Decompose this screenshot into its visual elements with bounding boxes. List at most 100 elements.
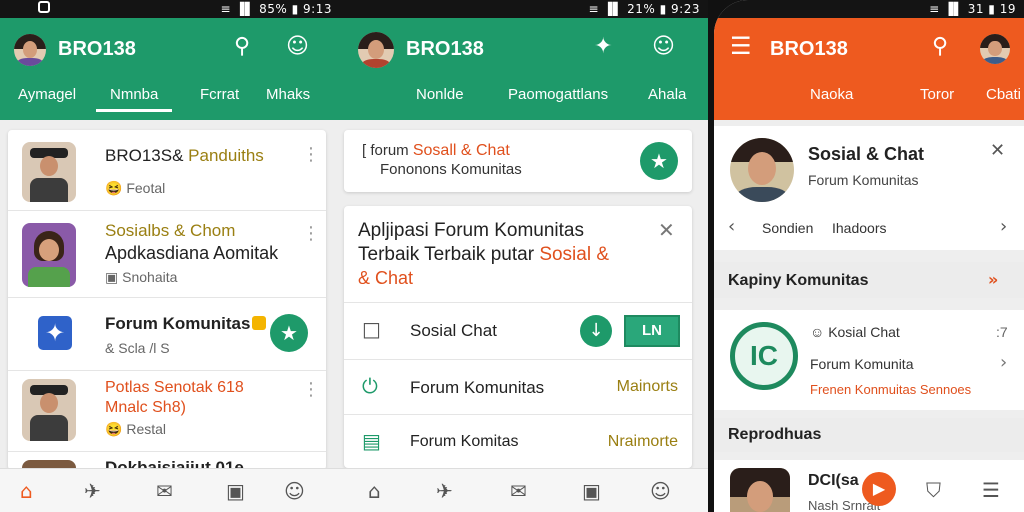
avatar[interactable]	[14, 34, 46, 66]
home-icon[interactable]: ⌂	[20, 479, 33, 503]
dialog-card: Apljipasi Forum Komunitas Terbaik Terbai…	[344, 206, 692, 468]
search-card[interactable]: [ forum Sosall & Chat Fononons Komunitas…	[344, 130, 692, 192]
dialog-title-3: & Chat	[358, 268, 414, 288]
run-button[interactable]: ★	[270, 314, 308, 352]
community-card[interactable]: IC ☺ Kosial Chat :7 Forum Komunita › Fre…	[714, 310, 1024, 410]
list-item[interactable]: □ Sosial Chat ↓ LN	[344, 303, 692, 359]
emoji-icon: 😆	[105, 180, 123, 196]
tab-3[interactable]: Cbati	[986, 86, 1021, 103]
chevron-left-icon[interactable]: ‹	[728, 216, 735, 237]
chevron-right-icon[interactable]: ›	[1000, 352, 1007, 373]
row-subtitle: Feotal	[126, 180, 166, 196]
community-link[interactable]: Frenen Konmuitas Sennoes	[810, 382, 971, 397]
profile-name: Sosial & Chat	[808, 144, 925, 164]
item-action[interactable]: Nraimorte	[608, 433, 678, 451]
menu-icon[interactable]: ☰	[730, 32, 752, 60]
more-icon[interactable]: ⋮	[302, 144, 320, 165]
list-item[interactable]: Sosialbs & Chom Apdkasdiana Aomitak ▣ Sn…	[8, 211, 326, 297]
tab-3[interactable]: Ahala	[648, 86, 686, 103]
status-bar: ≡ ▐▌ 31 ▮ 19	[714, 0, 1024, 18]
search-icon[interactable]: ⚲	[932, 34, 948, 59]
row-title-accent: Sosialbs & Chom	[105, 221, 236, 240]
list-item[interactable]: Potlas Senotak 618 Mnalc Sh8) 😆 Restal ⋮	[8, 371, 326, 451]
shield-icon[interactable]: ⛉	[926, 478, 941, 502]
profile-icon[interactable]: ☺	[650, 479, 671, 503]
more-icon[interactable]: ⋮	[302, 223, 320, 244]
install-badge[interactable]: LN	[624, 315, 680, 347]
list-item[interactable]: ⏻ Forum Komunitas Mainorts	[344, 360, 692, 414]
phone-screen-3: ≡ ▐▌ 31 ▮ 19 ☰ BRO138 ⚲ Naoka Toror Cbat…	[714, 0, 1024, 512]
bookmark-icon[interactable]: ▣	[226, 479, 245, 503]
app-title: BRO138	[58, 38, 136, 60]
app-thumbnail	[22, 223, 76, 287]
play-icon[interactable]: ▶	[862, 472, 896, 506]
mail-icon[interactable]: ✉	[510, 479, 527, 503]
device-frame	[708, 0, 714, 512]
row-title: Apdkasdiana Aomitak	[105, 243, 279, 263]
dialog-title-2: Terbaik Terbaik putar	[358, 244, 535, 265]
nav-right-label[interactable]: Ihadoors	[832, 220, 886, 236]
download-icon[interactable]: ↓	[580, 315, 612, 347]
search-subtitle: Fononons Komunitas	[380, 161, 522, 178]
chevron-right-icon[interactable]: ›	[1000, 216, 1007, 237]
run-button[interactable]: ★	[640, 142, 678, 180]
tab-1[interactable]: Naoka	[810, 86, 853, 103]
tab-2[interactable]: Toror	[920, 86, 954, 103]
list-item[interactable]: BRO13S& Panduiths 😆 Feotal ⋮	[8, 130, 326, 210]
share-icon[interactable]: ✦	[594, 34, 612, 59]
row-title-accent-2: Mnalc Sh8)	[105, 399, 186, 416]
section-title: Kapiny Komunitas	[728, 272, 869, 289]
item-label: Forum Komitas	[410, 433, 519, 450]
item-action[interactable]: Mainorts	[617, 378, 678, 396]
status-text: ≡ ▐▌ 31 ▮ 19	[929, 2, 1016, 16]
tab-4[interactable]: Mhaks	[266, 86, 310, 103]
app-icon: ▣	[105, 269, 119, 285]
lock-icon	[252, 316, 266, 330]
community-title: Kosial Chat	[828, 324, 900, 340]
search-accent: Sosall & Chat	[412, 142, 510, 159]
item-label: Sosial Chat	[410, 321, 497, 340]
tab-1[interactable]: Nonlde	[416, 86, 464, 103]
double-chevron-icon[interactable]: »	[988, 270, 998, 289]
send-icon[interactable]: ✈	[84, 479, 101, 503]
home-icon[interactable]: ⌂	[368, 479, 381, 503]
profile-avatar[interactable]	[730, 138, 794, 202]
chat-icon[interactable]: ▣	[582, 479, 601, 503]
app-list: BRO13S& Panduiths 😆 Feotal ⋮ Sosialbs & …	[8, 130, 326, 470]
bottom-nav: ⌂ ✈ ✉ ▣ ☺	[340, 468, 708, 512]
more-icon[interactable]: ⋮	[302, 379, 320, 400]
list-item[interactable]: ▤ Forum Komitas Nraimorte	[344, 415, 692, 468]
tab-bar: Aymagel Nmnba Fcrrat Mhaks	[0, 82, 340, 118]
tab-bar: Nonlde Paomogattlans Ahala	[340, 82, 708, 118]
tab-3[interactable]: Fcrrat	[200, 86, 239, 103]
tab-2[interactable]: Paomogattlans	[508, 86, 608, 103]
avatar[interactable]	[980, 34, 1010, 64]
close-icon[interactable]: ✕	[658, 218, 675, 242]
send-icon[interactable]: ✈	[436, 479, 453, 503]
item-avatar	[730, 468, 790, 512]
app-bar: BRO138 ✦ ☺ Nonlde Paomogattlans Ahala	[340, 18, 708, 120]
status-bar: ≡ ▐▌ 85% ▮ 9:13	[0, 0, 340, 18]
section-title: Reprodhuas	[728, 426, 822, 443]
dialog-title-1: Apljipasi Forum Komunitas	[358, 220, 584, 241]
mail-icon[interactable]: ✉	[156, 479, 173, 503]
calendar-icon: □	[362, 317, 381, 341]
tab-1[interactable]: Aymagel	[18, 86, 76, 103]
tab-2[interactable]: Nmnba	[96, 86, 173, 112]
search-icon[interactable]: ⚲	[234, 34, 250, 59]
item-title: DCI(sa	[808, 472, 859, 489]
app-title: BRO138	[770, 38, 848, 60]
profile-icon[interactable]: ☺	[652, 34, 675, 59]
status-text: ≡ ▐▌ 85% ▮ 9:13	[220, 2, 332, 16]
community-count: :7	[996, 324, 1008, 340]
row-title-accent: Panduiths	[188, 146, 264, 165]
profile-icon[interactable]: ☺	[286, 34, 309, 59]
menu-icon[interactable]: ☰	[982, 478, 1000, 502]
nav-left-label[interactable]: Sondien	[762, 220, 813, 236]
profile-icon[interactable]: ☺	[284, 479, 305, 503]
close-icon[interactable]: ✕	[990, 140, 1005, 161]
avatar[interactable]	[358, 32, 394, 68]
notification-icon	[38, 1, 50, 13]
status-bar: ≡ ▐▌ 21% ▮ 9:23	[340, 0, 708, 18]
list-item[interactable]: ✦ Forum Komunitas & Scla /l S ★	[8, 298, 326, 370]
